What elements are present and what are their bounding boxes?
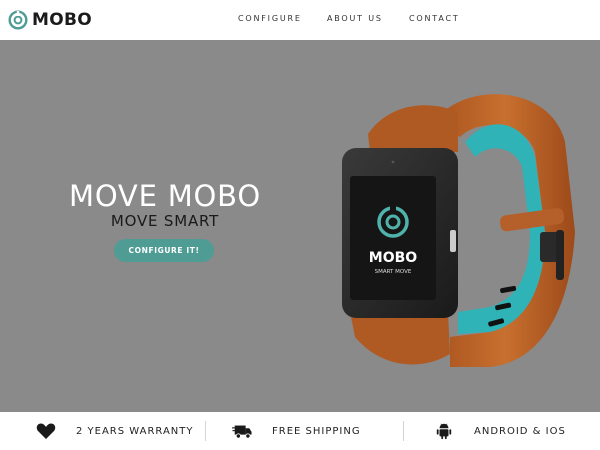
feature-warranty: 2 YEARS WARRANTY (36, 412, 194, 450)
nav-links: CONFIGURE ABOUT US CONTACT (0, 14, 600, 26)
configure-it-button[interactable]: CONFIGURE IT! (114, 239, 214, 262)
feature-platforms-label: ANDROID & IOS (474, 425, 566, 437)
features-divider (205, 421, 206, 441)
feature-shipping-label: FREE SHIPPING (272, 425, 361, 437)
android-icon (436, 423, 452, 440)
hero-section: MOVE MOBO MOVE SMART CONFIGURE IT! MOBO … (0, 40, 600, 412)
nav-link-about-us[interactable]: ABOUT US (327, 14, 383, 23)
feature-platforms: ANDROID & IOS (434, 412, 566, 450)
hero-title: MOVE MOBO (69, 179, 261, 213)
watch-screen-tagline: SMART MOVE (375, 269, 412, 275)
top-navbar: MOBO CONFIGURE ABOUT US CONTACT (0, 0, 600, 40)
features-divider (403, 421, 404, 441)
watch-screen-brand: MOBO (369, 250, 418, 266)
truck-icon (232, 425, 252, 439)
hero-subtitle: MOVE SMART (110, 212, 220, 230)
feature-shipping: FREE SHIPPING (232, 412, 361, 450)
heart-icon (36, 423, 56, 439)
smartwatch-image: MOBO SMART MOVE (342, 94, 575, 367)
features-bar: 2 YEARS WARRANTY FREE SHIPPING ANDROID &… (0, 412, 600, 450)
feature-warranty-label: 2 YEARS WARRANTY (76, 425, 194, 437)
nav-link-contact[interactable]: CONTACT (409, 14, 460, 23)
nav-link-configure[interactable]: CONFIGURE (238, 14, 302, 23)
